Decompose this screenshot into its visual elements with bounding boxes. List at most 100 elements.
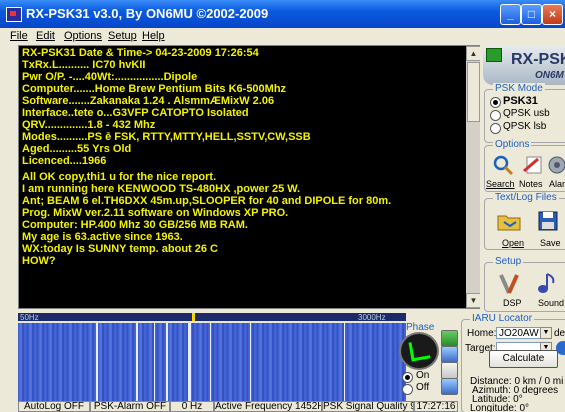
menu-file[interactable]: File	[10, 30, 28, 42]
main-window: RX-PSK31 v3.0, By ON6MU ©2002-2009 _ □ ×…	[0, 0, 565, 412]
dsp-label: DSP	[503, 298, 522, 308]
receive-text-area[interactable]: RX-PSK31 Date & Time-> 04-23-2009 17:26:…	[18, 45, 482, 309]
frequency-scale[interactable]: 50Hz 3000Hz	[18, 313, 406, 323]
scroll-thumb[interactable]	[467, 62, 480, 122]
text-line: All OK copy,thi1 u for the nice report.	[22, 171, 217, 183]
qpsk-usb-radio[interactable]	[490, 110, 501, 121]
app-icon[interactable]	[6, 7, 22, 22]
maximize-button[interactable]: □	[521, 4, 542, 25]
notes-label: Notes	[519, 179, 543, 189]
status-bar: AutoLog OFF PSK-Alarm OFF 0 Hz Active Fr…	[18, 401, 458, 412]
home-dropdown-icon[interactable]: ▼	[540, 327, 552, 339]
floppy-disk-icon	[538, 211, 558, 231]
tools-icon	[499, 274, 519, 294]
scroll-up-icon[interactable]: ▲	[466, 46, 481, 61]
dsp-button[interactable]	[495, 271, 525, 299]
hz-status: 0 Hz	[170, 401, 214, 412]
title-bar[interactable]: RX-PSK31 v3.0, By ON6MU ©2002-2009 _ □ ×	[0, 0, 565, 28]
sound-button[interactable]	[533, 271, 563, 299]
notes-button[interactable]	[518, 153, 548, 181]
minimize-button[interactable]: _	[500, 4, 521, 25]
phase-disk-button[interactable]	[441, 362, 458, 379]
text-line: Interface..tete o...G3VFP CATOPTO Isolat…	[22, 107, 249, 119]
alarm-label: Alarm	[549, 179, 565, 189]
phase-copy-button[interactable]	[441, 378, 458, 395]
text-line: Licenced....1966	[22, 155, 107, 167]
text-log-group: Text/Log Files Open Save	[484, 192, 565, 250]
home-label: Home:	[467, 328, 497, 339]
clock-status: 17:27:16	[414, 401, 458, 412]
small-app-icon[interactable]	[486, 48, 502, 62]
save-label: Save	[540, 238, 561, 248]
scroll-down-icon[interactable]: ▼	[466, 293, 481, 308]
psk-mode-group: PSK Mode PSK31 QPSK usb QPSK lsb	[484, 83, 565, 143]
text-line: TxRx.L.......... IC70 hvKII	[22, 59, 146, 71]
search-button[interactable]	[488, 153, 518, 181]
text-line: Pwr O/P. -....40Wt:................Dipol…	[22, 71, 198, 83]
logo-callsign: ON6M	[535, 70, 564, 81]
logo-title: RX-PSK3	[511, 51, 565, 68]
text-line: WX:today Is SUNNY temp. about 26 C	[22, 243, 218, 255]
iaru-label: IARU Locator	[470, 313, 535, 324]
home-default-label: defaul	[554, 328, 565, 339]
options-group: Options Search Notes Alarm	[484, 139, 565, 192]
phase-off-radio[interactable]	[402, 384, 413, 395]
qpsk-lsb-radio[interactable]	[490, 123, 501, 134]
music-note-icon	[538, 273, 555, 293]
longitude-text: Longitude: 0°	[470, 403, 530, 412]
folder-open-icon	[497, 215, 521, 231]
menu-help[interactable]: Help	[142, 30, 165, 42]
psk31-label: PSK31	[503, 95, 538, 107]
setup-label: Setup	[493, 256, 524, 267]
psk-alarm-status[interactable]: PSK-Alarm OFF	[90, 401, 170, 412]
close-button[interactable]: ×	[542, 4, 563, 25]
editor-scrollbar[interactable]: ▲ ▼	[466, 46, 481, 308]
text-line: Aged.........55 Yrs Old	[22, 143, 132, 155]
open-button[interactable]	[495, 209, 525, 237]
alarm-gear-icon	[548, 156, 565, 174]
qpsk-usb-label: QPSK usb	[503, 108, 550, 119]
psk31-radio[interactable]	[490, 97, 501, 108]
magnifier-icon	[493, 155, 514, 176]
open-label: Open	[502, 238, 525, 248]
text-line: I am running here KENWOOD TS-480HX ,powe…	[22, 183, 301, 195]
text-line: RX-PSK31 Date & Time-> 04-23-2009 17:26:…	[22, 47, 259, 59]
text-line: Computer: HP.400 Mhz 30 GB/256 MB RAM.	[22, 219, 248, 231]
phase-on-label: On	[416, 370, 430, 381]
notes-icon	[523, 156, 542, 174]
qpsk-lsb-label: QPSK lsb	[503, 121, 547, 132]
menu-setup[interactable]: Setup	[108, 30, 137, 42]
phase-scope: Phase On Off	[398, 322, 440, 395]
waterfall-display[interactable]	[18, 323, 406, 401]
calculate-button[interactable]: Calculate	[489, 350, 558, 368]
text-line: QRV..............1.8 - 432 Mhz	[22, 119, 156, 131]
text-line: Software.......Zakanaka 1.24 . AlsmmÆMix…	[22, 95, 275, 107]
text-line: HOW?	[22, 255, 56, 267]
phase-on-radio[interactable]	[402, 372, 413, 383]
menu-edit[interactable]: Edit	[36, 30, 55, 42]
options-label: Options	[493, 139, 532, 150]
phase-indicator	[399, 332, 439, 370]
text-line: Prog. MixW ver.2.11 software on Windows …	[22, 207, 289, 219]
signal-quality-status: PSK Signal Quality 9%	[322, 401, 414, 412]
text-log-label: Text/Log Files	[493, 192, 559, 203]
search-label: Search	[486, 179, 515, 189]
window-title: RX-PSK31 v3.0, By ON6MU ©2002-2009	[26, 6, 269, 21]
app-logo: RX-PSK3 ON6M	[483, 45, 565, 85]
psk-mode-label: PSK Mode	[493, 83, 545, 94]
menu-options[interactable]: Options	[64, 30, 102, 42]
text-line: Ant; BEAM 6 el.TH6DXX 45m.up,SLOOPER for…	[22, 195, 392, 207]
text-line: Modes..........PS ē FSK, RTTY,MTTY,HELL,…	[22, 131, 311, 143]
autolog-status[interactable]: AutoLog OFF	[18, 401, 90, 412]
text-line: My age is 63.active since 1963.	[22, 231, 183, 243]
phase-off-label: Off	[416, 382, 430, 393]
phase-green-button[interactable]	[441, 330, 458, 347]
text-line: Computer.......Home Brew Pentium Bits K6…	[22, 83, 287, 95]
sound-label: Sound	[538, 298, 565, 308]
save-button[interactable]	[533, 209, 563, 237]
setup-group: Setup DSP Sound	[484, 256, 565, 312]
menu-bar: File Edit Options Setup Help	[0, 28, 565, 45]
active-frequency-status: Active Frequency 1452Hz	[214, 401, 322, 412]
phase-blue-button[interactable]	[441, 346, 458, 363]
alarm-button[interactable]	[545, 153, 565, 181]
